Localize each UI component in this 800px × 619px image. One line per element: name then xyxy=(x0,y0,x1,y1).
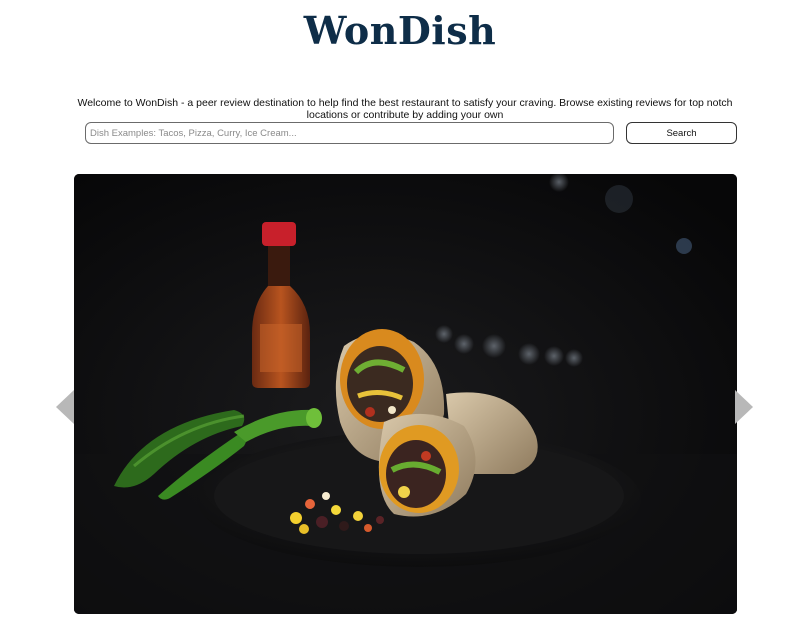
food-carousel xyxy=(74,174,737,614)
chevron-left-icon[interactable] xyxy=(56,390,74,424)
dish-search-input[interactable] xyxy=(85,122,614,144)
home-page: WonDish Welcome to WonDish - a peer revi… xyxy=(0,0,800,619)
carousel-image xyxy=(74,174,737,614)
intro-text: Welcome to WonDish - a peer review desti… xyxy=(77,96,733,121)
site-logo[interactable]: WonDish xyxy=(0,8,800,53)
search-button[interactable]: Search xyxy=(626,122,737,144)
chevron-right-icon[interactable] xyxy=(735,390,753,424)
